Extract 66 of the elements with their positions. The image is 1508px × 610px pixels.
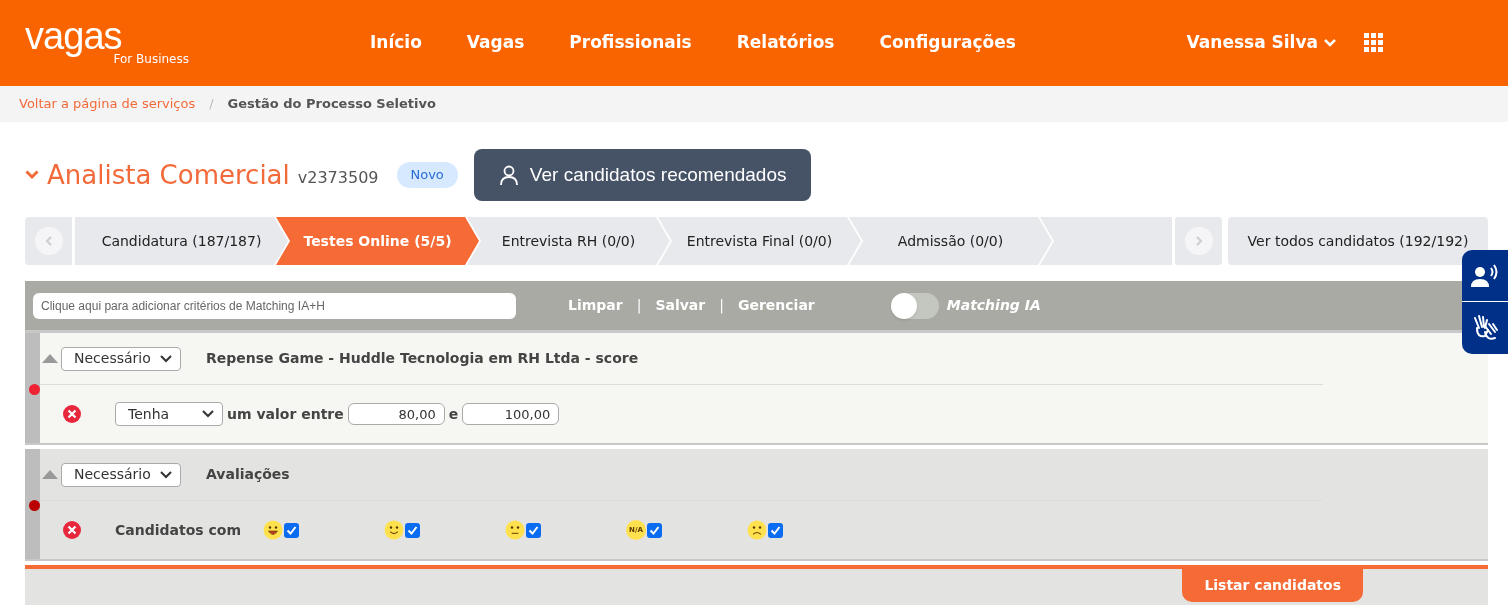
rating-checkbox[interactable] xyxy=(768,522,783,538)
criterion-title: Repense Game - Huddle Tecnologia em RH Ltda - score xyxy=(206,349,639,368)
chevron-down-icon[interactable] xyxy=(25,170,39,180)
select-dropdown[interactable]: Necessário xyxy=(61,462,181,487)
select-dropdown[interactable]: Tenha xyxy=(115,402,223,426)
rating-checkbox[interactable] xyxy=(284,522,299,538)
stage-tab[interactable]: Candidatura (187/187) xyxy=(75,217,288,265)
nav-link[interactable]: Início xyxy=(370,30,422,56)
stage-tab[interactable]: Admissão (0/0) xyxy=(849,217,1052,265)
list-candidates-button[interactable]: Listar candidatos xyxy=(1182,569,1363,602)
hands-icon xyxy=(1471,314,1499,342)
max-value-field[interactable]: 100,00 xyxy=(462,403,560,425)
nav-link[interactable]: Profissionais xyxy=(569,30,692,56)
grin-face-icon xyxy=(263,520,283,540)
user-icon xyxy=(497,164,520,186)
chevron-down-icon xyxy=(1324,39,1336,47)
matching-ia-toggle[interactable] xyxy=(890,292,939,319)
breadcrumb-link[interactable]: Voltar a página de serviços xyxy=(19,94,196,114)
and-label: e xyxy=(448,404,459,424)
nav-link[interactable]: Relatórios xyxy=(736,30,835,56)
toolbar-link[interactable]: Gerenciar xyxy=(737,295,815,316)
sad-face-icon xyxy=(747,520,767,540)
check-icon xyxy=(649,524,660,536)
check-icon xyxy=(407,524,418,536)
all-candidates-tab[interactable]: Ver todos candidatos (192/192) xyxy=(1228,217,1488,265)
breadcrumb-current: Gestão do Processo Seletivo xyxy=(227,95,436,114)
rating-checkbox[interactable] xyxy=(647,522,662,538)
remove-icon[interactable] xyxy=(63,521,81,539)
rating-checkbox[interactable] xyxy=(405,522,420,538)
speaking-person-icon xyxy=(1470,263,1500,288)
neutral-face-icon xyxy=(505,520,525,540)
toolbar-link[interactable]: Salvar xyxy=(655,295,706,316)
criterion-title: Avaliações xyxy=(206,465,290,484)
check-icon xyxy=(528,524,539,536)
rating-checkbox[interactable] xyxy=(526,522,541,538)
link-separator: | xyxy=(636,296,642,316)
chevron-down-icon xyxy=(160,470,172,479)
status-badge: Novo xyxy=(396,162,458,188)
candidates-with-label: Candidatos com xyxy=(115,520,241,540)
criteria-search-field[interactable]: Clique aqui para adicionar critérios de Matching IA+H xyxy=(33,292,516,319)
min-value-field[interactable]: 80,00 xyxy=(347,403,445,425)
chevron-down-icon xyxy=(160,354,172,363)
check-icon xyxy=(286,524,297,536)
remove-icon[interactable] xyxy=(63,405,81,423)
nav-link[interactable]: Configurações xyxy=(879,30,1016,56)
chevron-down-icon xyxy=(202,410,214,418)
between-label: um valor entre xyxy=(227,404,344,424)
recommended-candidates-button[interactable]: Ver candidatos recomendados xyxy=(473,149,811,201)
select-dropdown[interactable]: Necessário xyxy=(61,346,181,371)
stage-tab[interactable]: Testes Online (5/5) xyxy=(276,217,479,265)
chevron-left-icon xyxy=(34,227,63,255)
toolbar-link[interactable]: Limpar xyxy=(568,295,623,316)
breadcrumb-separator: / xyxy=(209,95,214,114)
link-separator: | xyxy=(719,296,724,316)
stage-tab[interactable]: Entrevista RH (0/0) xyxy=(467,217,670,265)
check-icon xyxy=(770,524,781,536)
job-title: Analista Comercial xyxy=(47,158,290,192)
chevron-right-icon xyxy=(1184,227,1213,255)
apps-grid-icon[interactable] xyxy=(1364,33,1384,53)
job-code: v2373509 xyxy=(297,167,379,189)
collapse-triangle-icon[interactable] xyxy=(42,354,58,363)
smile-face-icon xyxy=(384,520,404,540)
nav-link[interactable]: Vagas xyxy=(466,30,525,56)
stage-tab[interactable]: Entrevista Final (0/0) xyxy=(658,217,861,265)
user-menu[interactable]: Vanessa Silva xyxy=(1186,30,1336,56)
matching-ia-label: Matching IA xyxy=(946,296,1041,315)
